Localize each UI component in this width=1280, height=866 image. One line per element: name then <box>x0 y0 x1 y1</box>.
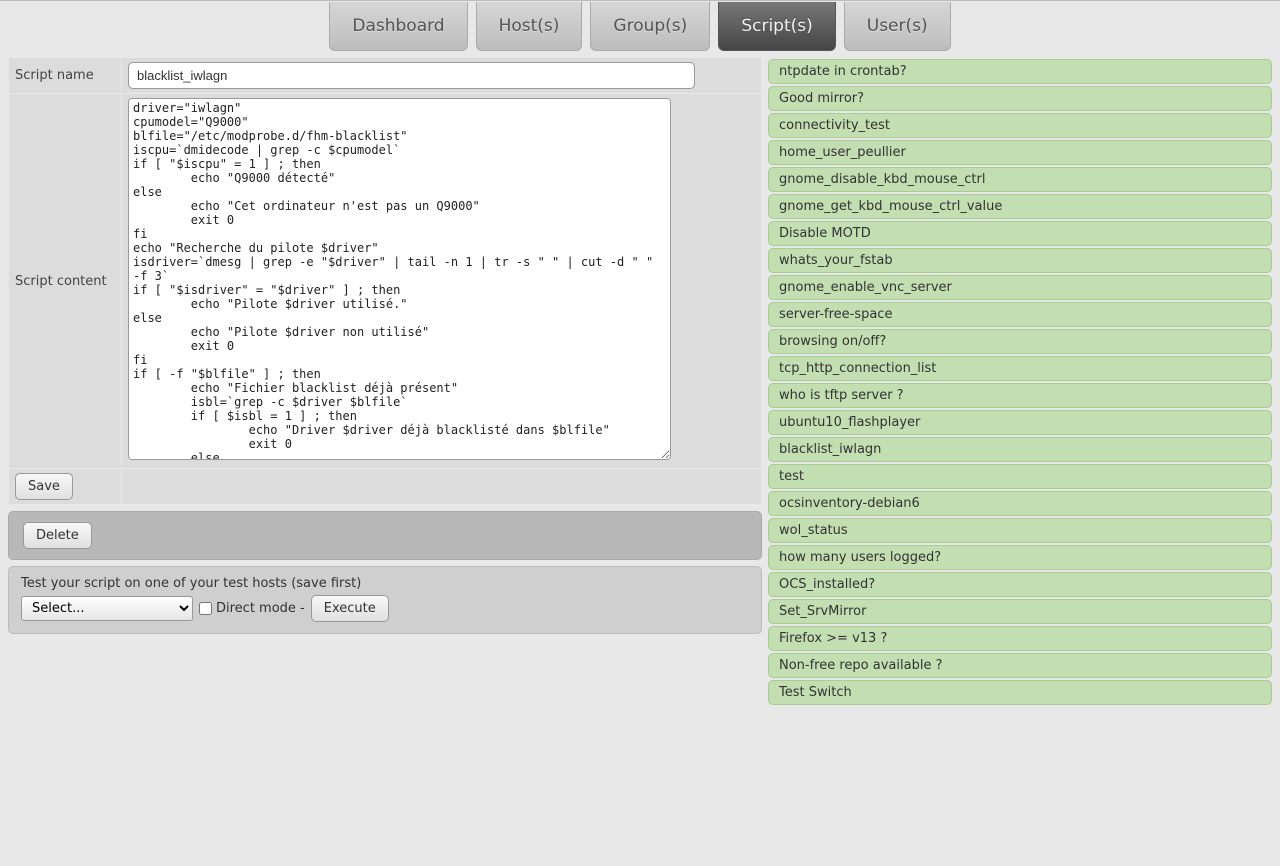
tab-group-s-[interactable]: Group(s) <box>590 2 710 51</box>
host-select[interactable]: Select... <box>21 596 193 621</box>
tab-script-s-[interactable]: Script(s) <box>718 2 835 51</box>
script-list-item[interactable]: whats_your_fstab <box>768 248 1272 273</box>
main-tabs: DashboardHost(s)Group(s)Script(s)User(s) <box>0 1 1280 51</box>
script-list-item[interactable]: Firefox >= v13 ? <box>768 626 1272 651</box>
script-list-item[interactable]: gnome_disable_kbd_mouse_ctrl <box>768 167 1272 192</box>
script-list-item[interactable]: Non-free repo available ? <box>768 653 1272 678</box>
script-content-textarea[interactable] <box>128 98 671 460</box>
script-form: Script name Script content Save <box>8 57 762 505</box>
script-list-item[interactable]: gnome_get_kbd_mouse_ctrl_value <box>768 194 1272 219</box>
script-list-item[interactable]: Set_SrvMirror <box>768 599 1272 624</box>
script-list-item[interactable]: tcp_http_connection_list <box>768 356 1272 381</box>
save-button[interactable]: Save <box>15 473 73 500</box>
script-list-item[interactable]: wol_status <box>768 518 1272 543</box>
script-list-item[interactable]: who is tftp server ? <box>768 383 1272 408</box>
script-list-item[interactable]: browsing on/off? <box>768 329 1272 354</box>
script-list-item[interactable]: server-free-space <box>768 302 1272 327</box>
script-list-item[interactable]: home_user_peullier <box>768 140 1272 165</box>
execute-button[interactable]: Execute <box>311 595 389 622</box>
tab-user-s-[interactable]: User(s) <box>844 2 951 51</box>
delete-button[interactable]: Delete <box>23 522 92 549</box>
test-title: Test your script on one of your test hos… <box>21 576 749 591</box>
script-list: ntpdate in crontab?Good mirror?connectiv… <box>768 57 1272 707</box>
script-list-item[interactable]: ntpdate in crontab? <box>768 59 1272 84</box>
script-list-item[interactable]: Test Switch <box>768 680 1272 705</box>
script-name-input[interactable] <box>128 62 695 89</box>
direct-mode-checkbox[interactable] <box>199 602 212 615</box>
script-list-item[interactable]: Good mirror? <box>768 86 1272 111</box>
script-list-item[interactable]: ocsinventory-debian6 <box>768 491 1272 516</box>
script-list-item[interactable]: test <box>768 464 1272 489</box>
tab-dashboard[interactable]: Dashboard <box>329 2 467 51</box>
script-list-item[interactable]: gnome_enable_vnc_server <box>768 275 1272 300</box>
script-list-item[interactable]: how many users logged? <box>768 545 1272 570</box>
script-list-item[interactable]: blacklist_iwlagn <box>768 437 1272 462</box>
delete-panel: Delete <box>8 511 762 560</box>
script-content-label: Script content <box>9 94 121 468</box>
script-list-item[interactable]: Disable MOTD <box>768 221 1272 246</box>
script-list-item[interactable]: connectivity_test <box>768 113 1272 138</box>
test-panel: Test your script on one of your test hos… <box>8 566 762 634</box>
direct-mode-label[interactable]: Direct mode - <box>199 601 305 616</box>
tab-host-s-[interactable]: Host(s) <box>476 2 583 51</box>
script-name-label: Script name <box>9 58 121 93</box>
script-list-item[interactable]: ubuntu10_flashplayer <box>768 410 1272 435</box>
script-list-item[interactable]: OCS_installed? <box>768 572 1272 597</box>
